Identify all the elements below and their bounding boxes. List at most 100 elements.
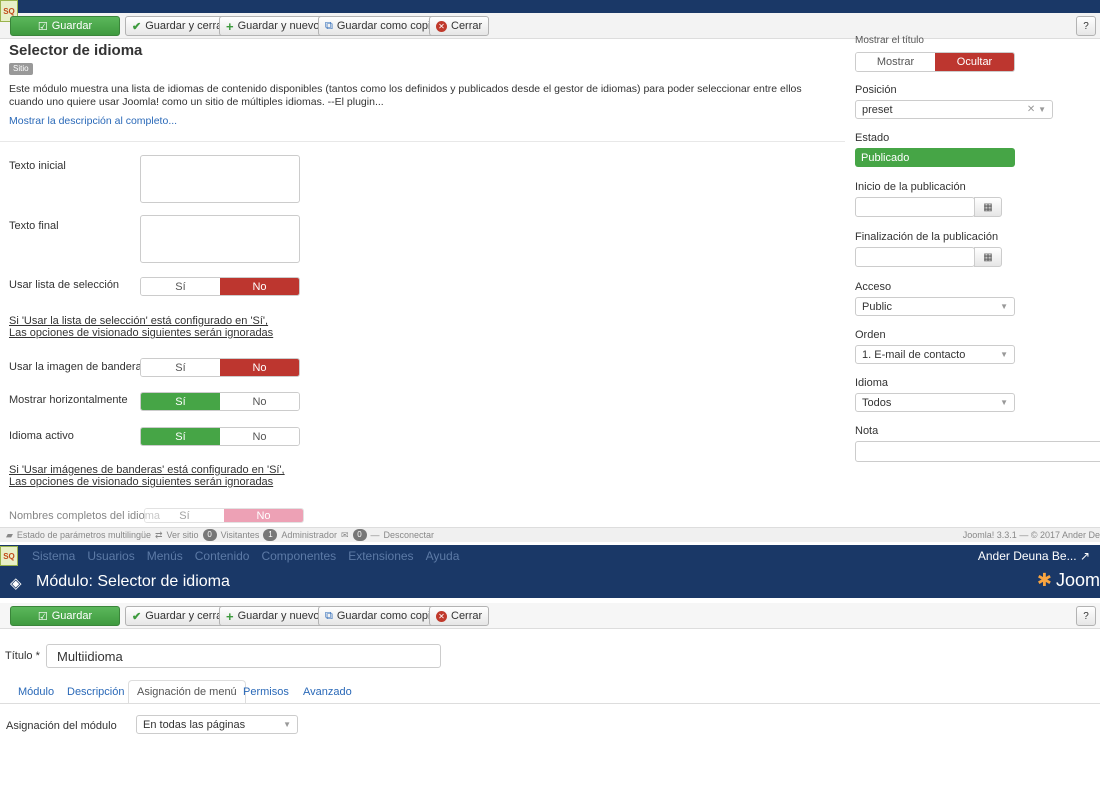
- menu-usuarios[interactable]: Usuarios: [87, 549, 134, 563]
- horizontal-toggle[interactable]: Sí No: [140, 392, 300, 411]
- mail-icon: ✉: [340, 529, 349, 540]
- posttext-textarea[interactable]: [140, 215, 300, 263]
- status-select[interactable]: Publicado: [855, 148, 1015, 167]
- note-flags-line1: Si 'Usar imágenes de banderas' está conf…: [9, 464, 285, 476]
- tab-asignacion-menu[interactable]: Asignación de menú: [128, 680, 246, 704]
- save-button[interactable]: ☑ Guardar: [10, 606, 120, 626]
- save-close-button[interactable]: ✔ Guardar y cerrar: [125, 16, 233, 36]
- no-option[interactable]: No: [220, 393, 299, 410]
- use-flags-label: Usar la imagen de banderas: [9, 361, 148, 373]
- external-link-icon: ⇄: [155, 529, 163, 540]
- save-copy-button[interactable]: ⧉ Guardar como copia: [318, 16, 444, 36]
- menu-menus[interactable]: Menús: [147, 549, 183, 563]
- toolbar-top: SQ ☑ Guardar ✔ Guardar y cerrar + Guardar y…: [0, 0, 1100, 39]
- close-button[interactable]: ✕ Cerrar: [429, 606, 490, 626]
- status-label: Estado: [855, 132, 890, 144]
- show-title-toggle[interactable]: Mostrar Ocultar: [855, 52, 1015, 72]
- use-dropdown-toggle[interactable]: Sí No: [140, 277, 300, 296]
- pretext-textarea[interactable]: [140, 155, 300, 203]
- toolbar-bottom: ☑ Guardar ✔ Guardar y cerrar + Guardar y nu…: [0, 603, 1100, 629]
- menu-ayuda[interactable]: Ayuda: [426, 549, 460, 563]
- check-icon: ✔: [132, 20, 142, 33]
- tab-avanzado[interactable]: Avanzado: [295, 680, 360, 704]
- yes-option[interactable]: Sí: [141, 359, 220, 376]
- note-input[interactable]: [855, 441, 1100, 462]
- help-icon: ?: [1083, 20, 1089, 32]
- copy-icon: ⧉: [325, 19, 333, 32]
- sq-logo: SQ: [0, 546, 18, 566]
- active-language-label: Idioma activo: [9, 430, 74, 442]
- tabs-divider: [0, 703, 1100, 704]
- no-option[interactable]: No: [220, 359, 299, 376]
- order-label: Orden: [855, 329, 886, 341]
- publish-up-input[interactable]: [855, 197, 975, 217]
- help-button[interactable]: ?: [1076, 606, 1096, 626]
- admin-header-strip: [0, 0, 1100, 13]
- hide-option[interactable]: Ocultar: [935, 53, 1014, 71]
- access-select[interactable]: Public ▼: [855, 297, 1015, 316]
- save-copy-button[interactable]: ⧉ Guardar como copia: [318, 606, 444, 626]
- page-title: Módulo: Selector de idioma: [36, 573, 230, 590]
- calendar-icon[interactable]: ▦: [974, 197, 1002, 217]
- show-option[interactable]: Mostrar: [856, 53, 935, 71]
- multilang-status-link[interactable]: Estado de parámetros multilingüe: [17, 530, 151, 540]
- save-new-button[interactable]: + Guardar y nuevo: [219, 16, 327, 36]
- chevron-down-icon: ▼: [1000, 350, 1008, 359]
- use-dropdown-label: Usar lista de selección: [9, 279, 120, 291]
- view-site-link[interactable]: Ver sitio: [167, 530, 199, 540]
- menu-sistema[interactable]: Sistema: [32, 549, 75, 563]
- logout-link[interactable]: Desconectar: [384, 530, 435, 540]
- publish-up-label: Inicio de la publicación: [855, 181, 966, 193]
- language-select[interactable]: Todos ▼: [855, 393, 1015, 412]
- title-input[interactable]: Multiidioma: [46, 644, 441, 668]
- visitors-count: 0: [202, 529, 217, 541]
- save-close-button[interactable]: ✔ Guardar y cerrar: [125, 606, 233, 626]
- menu-extensiones[interactable]: Extensiones: [348, 549, 413, 563]
- menu-contenido[interactable]: Contenido: [195, 549, 250, 563]
- no-option[interactable]: No: [220, 428, 299, 445]
- yes-option[interactable]: Sí: [145, 509, 224, 522]
- chevron-down-icon: ▼: [1038, 105, 1046, 114]
- menu-componentes[interactable]: Componentes: [261, 549, 336, 563]
- full-names-toggle[interactable]: Sí No: [144, 508, 304, 523]
- yes-option[interactable]: Sí: [141, 278, 220, 295]
- use-flags-toggle[interactable]: Sí No: [140, 358, 300, 377]
- horizontal-label: Mostrar horizontalmente: [9, 394, 128, 406]
- help-icon: ?: [1083, 610, 1089, 622]
- user-menu[interactable]: Ander Deuna Be... ↗: [978, 549, 1090, 563]
- tab-permisos[interactable]: Permisos: [235, 680, 297, 704]
- cube-icon: ◈: [10, 575, 22, 592]
- page-title: Selector de idioma: [9, 42, 143, 59]
- no-option[interactable]: No: [220, 278, 299, 295]
- clear-icon[interactable]: ✕ ▼: [1027, 104, 1046, 115]
- yes-option[interactable]: Sí: [141, 393, 220, 410]
- no-option[interactable]: No: [224, 509, 303, 522]
- close-icon: ✕: [436, 20, 447, 32]
- title-field-label: Título *: [5, 650, 40, 662]
- full-names-label: Nombres completos del idioma: [9, 510, 161, 522]
- save-new-button[interactable]: + Guardar y nuevo: [219, 606, 327, 626]
- tab-descripcion[interactable]: Descripción: [59, 680, 132, 704]
- check-icon: ✔: [132, 610, 142, 623]
- copy-icon: ⧉: [325, 609, 333, 622]
- joomla-icon: ✱: [1036, 570, 1052, 590]
- order-select[interactable]: 1. E-mail de contacto ▼: [855, 345, 1015, 364]
- show-full-description-link[interactable]: Mostrar la descripción al completo...: [9, 115, 177, 127]
- note-dropdown-line1: Si 'Usar la lista de selección' está con…: [9, 315, 269, 327]
- assignment-select[interactable]: En todas las páginas ▼: [136, 715, 298, 734]
- help-button[interactable]: ?: [1076, 16, 1096, 36]
- posttext-label: Texto final: [9, 220, 59, 232]
- active-language-toggle[interactable]: Sí No: [140, 427, 300, 446]
- language-label: Idioma: [855, 377, 889, 389]
- save-button[interactable]: ☑ Guardar: [10, 16, 120, 36]
- yes-option[interactable]: Sí: [141, 428, 220, 445]
- chevron-down-icon: ▼: [283, 720, 291, 729]
- close-button[interactable]: ✕ Cerrar: [429, 16, 490, 36]
- chevron-down-icon: ▼: [1000, 398, 1008, 407]
- page-title-bar: ◈ Módulo: Selector de idioma ✱ Joom: [0, 567, 1100, 598]
- position-select[interactable]: preset ✕ ▼: [855, 100, 1053, 119]
- publish-down-input[interactable]: [855, 247, 975, 267]
- calendar-icon[interactable]: ▦: [974, 247, 1002, 267]
- tab-modulo[interactable]: Módulo: [10, 680, 62, 704]
- assignment-label: Asignación del módulo: [6, 720, 117, 732]
